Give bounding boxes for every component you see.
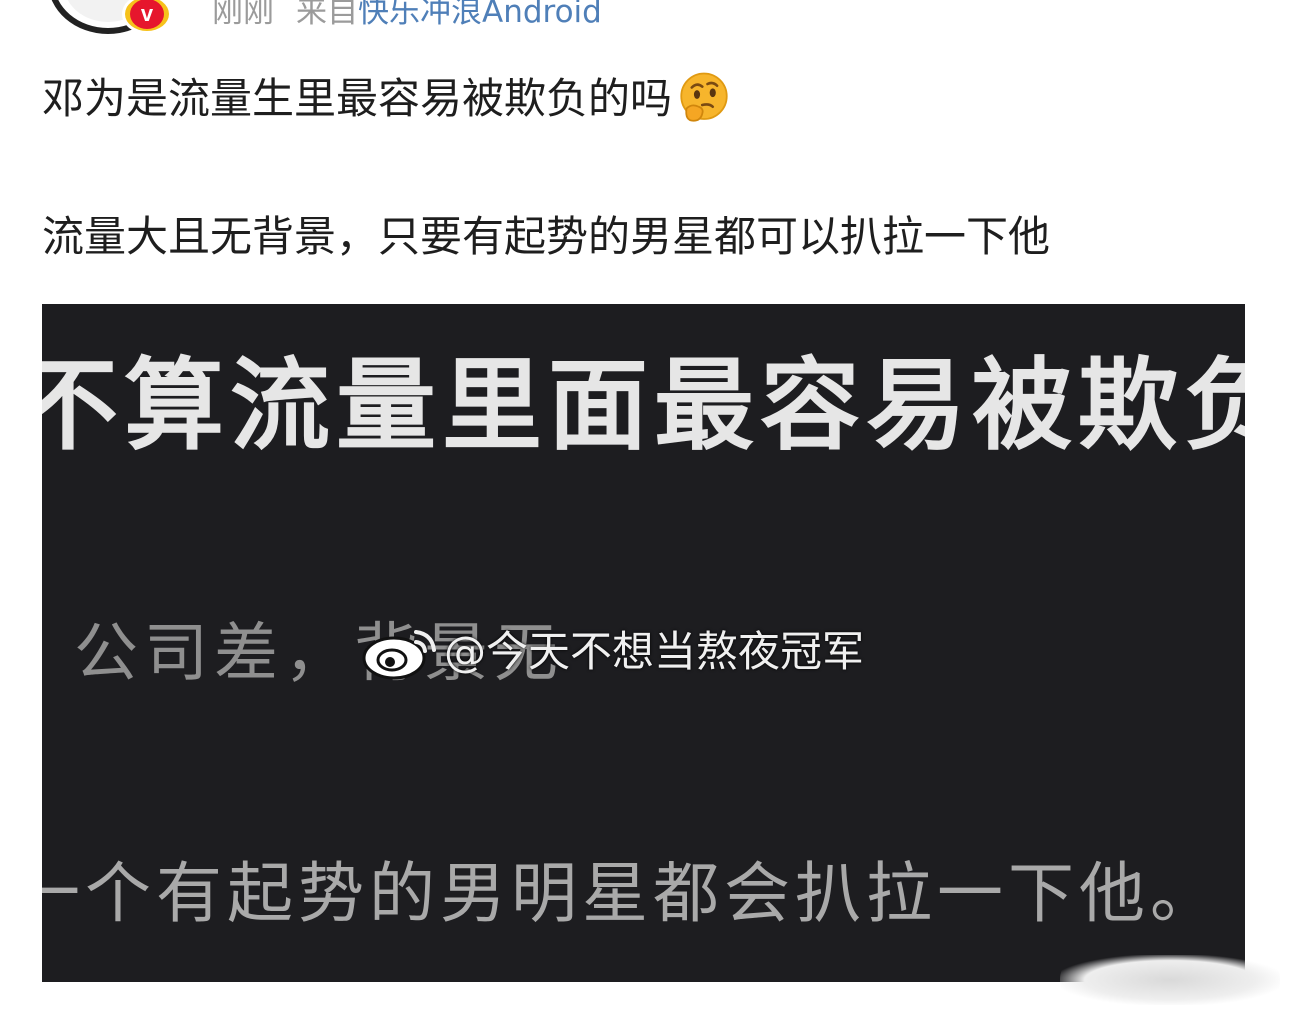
corner-blur-artifact [1060,955,1280,1005]
verified-badge-letter: v [130,0,164,29]
weibo-logo-icon [362,630,436,680]
post-image[interactable]: 不算流量里面最容易被欺负 公司差，背景无 @今天不想当熬夜冠军 一个有起势的男明… [42,304,1245,982]
image-bottom-text: 一个有起势的男明星都会扒拉一下他。 [42,855,1221,932]
post-text: 邓为是流量生里最容易被欺负的吗 [42,74,673,123]
verified-badge-icon: v [122,0,172,34]
weibo-post: v 刚刚 来自快乐冲浪Android 邓为是流量生里最容易被欺负的吗 流量大且无背… [0,0,1290,1011]
thinking-face-icon [680,72,728,122]
source-label: 来自 [296,0,358,30]
post-text-line-2: 流量大且无背景，只要有起势的男星都可以扒拉一下他 [42,212,1051,261]
image-watermark: @今天不想当熬夜冠军 [358,622,864,682]
post-text-line-1: 邓为是流量生里最容易被欺负的吗 [42,71,732,130]
source-client-link[interactable]: 快乐冲浪Android [358,0,602,30]
watermark-text: @今天不想当熬夜冠军 [444,627,865,676]
image-heading-text: 不算流量里面最容易被欺负 [42,347,1245,464]
post-meta: 刚刚 来自快乐冲浪Android [212,0,602,32]
post-time: 刚刚 [212,0,274,30]
